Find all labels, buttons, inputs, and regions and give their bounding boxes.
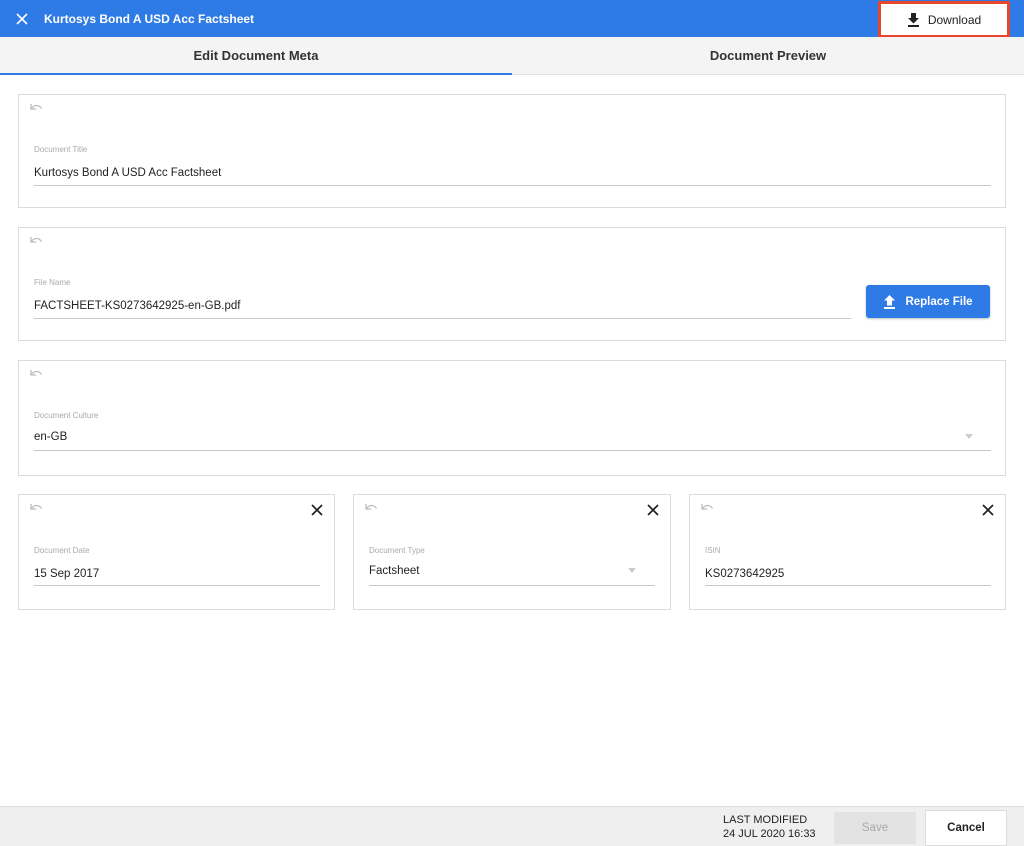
file-name-input[interactable]: FACTSHEET-KS0273642925-en-GB.pdf bbox=[34, 300, 240, 312]
document-type-card: Document Type Factsheet bbox=[353, 494, 671, 610]
isin-underline bbox=[705, 585, 991, 586]
document-culture-underline bbox=[34, 450, 991, 451]
document-culture-select[interactable]: en-GB bbox=[34, 431, 67, 443]
undo-icon[interactable] bbox=[29, 234, 43, 246]
undo-icon[interactable] bbox=[29, 101, 43, 113]
close-button[interactable] bbox=[0, 0, 44, 37]
clear-icon[interactable] bbox=[981, 503, 995, 517]
document-title-heading: Kurtosys Bond A USD Acc Factsheet bbox=[44, 11, 255, 26]
download-label: Download bbox=[927, 12, 982, 27]
upload-icon bbox=[884, 294, 896, 309]
undo-icon[interactable] bbox=[364, 501, 378, 513]
file-name-label: File Name bbox=[34, 278, 71, 287]
footer-bar: LAST MODIFIED 24 JUL 2020 16:33 Save Can… bbox=[0, 806, 1024, 846]
top-bar: Kurtosys Bond A USD Acc Factsheet bbox=[0, 0, 1024, 37]
chevron-down-icon[interactable] bbox=[628, 568, 636, 573]
document-type-select[interactable]: Factsheet bbox=[369, 565, 420, 577]
clear-icon[interactable] bbox=[310, 503, 324, 517]
tab-document-preview[interactable]: Document Preview bbox=[512, 37, 1024, 74]
download-button[interactable]: Download bbox=[878, 1, 1010, 38]
tab-bar: Edit Document Meta Document Preview bbox=[0, 37, 1024, 75]
document-date-input[interactable]: 15 Sep 2017 bbox=[34, 568, 99, 580]
replace-file-button[interactable]: Replace File bbox=[866, 285, 990, 318]
isin-input[interactable]: KS0273642925 bbox=[705, 568, 784, 580]
download-icon bbox=[907, 12, 919, 27]
document-culture-card: Document Culture en-GB bbox=[18, 360, 1006, 476]
document-title-input[interactable]: Kurtosys Bond A USD Acc Factsheet bbox=[34, 167, 221, 179]
document-date-card: Document Date 15 Sep 2017 bbox=[18, 494, 335, 610]
document-title-card: Document Title Kurtosys Bond A USD Acc F… bbox=[18, 94, 1006, 208]
file-name-underline bbox=[34, 318, 851, 319]
isin-label: ISIN bbox=[705, 546, 721, 555]
cancel-button[interactable]: Cancel bbox=[925, 810, 1007, 846]
last-modified-label: LAST MODIFIED bbox=[723, 814, 808, 826]
document-date-label: Document Date bbox=[34, 546, 90, 555]
undo-icon[interactable] bbox=[29, 367, 43, 379]
last-modified: LAST MODIFIED 24 JUL 2020 16:33 bbox=[723, 813, 816, 841]
document-date-underline bbox=[34, 585, 320, 586]
tab-edit-document-meta[interactable]: Edit Document Meta bbox=[0, 37, 512, 75]
document-type-label: Document Type bbox=[369, 546, 425, 555]
replace-file-label: Replace File bbox=[905, 295, 973, 308]
document-title-label: Document Title bbox=[34, 145, 88, 154]
document-culture-label: Document Culture bbox=[34, 411, 99, 420]
last-modified-value: 24 JUL 2020 16:33 bbox=[723, 828, 816, 840]
save-button[interactable]: Save bbox=[834, 812, 916, 844]
isin-card: ISIN KS0273642925 bbox=[689, 494, 1006, 610]
file-name-card: File Name FACTSHEET-KS0273642925-en-GB.p… bbox=[18, 227, 1006, 341]
document-type-underline bbox=[369, 585, 655, 586]
chevron-down-icon[interactable] bbox=[965, 434, 973, 439]
undo-icon[interactable] bbox=[29, 501, 43, 513]
close-icon bbox=[16, 12, 28, 25]
document-title-underline bbox=[34, 185, 991, 186]
clear-icon[interactable] bbox=[646, 503, 660, 517]
undo-icon[interactable] bbox=[700, 501, 714, 513]
